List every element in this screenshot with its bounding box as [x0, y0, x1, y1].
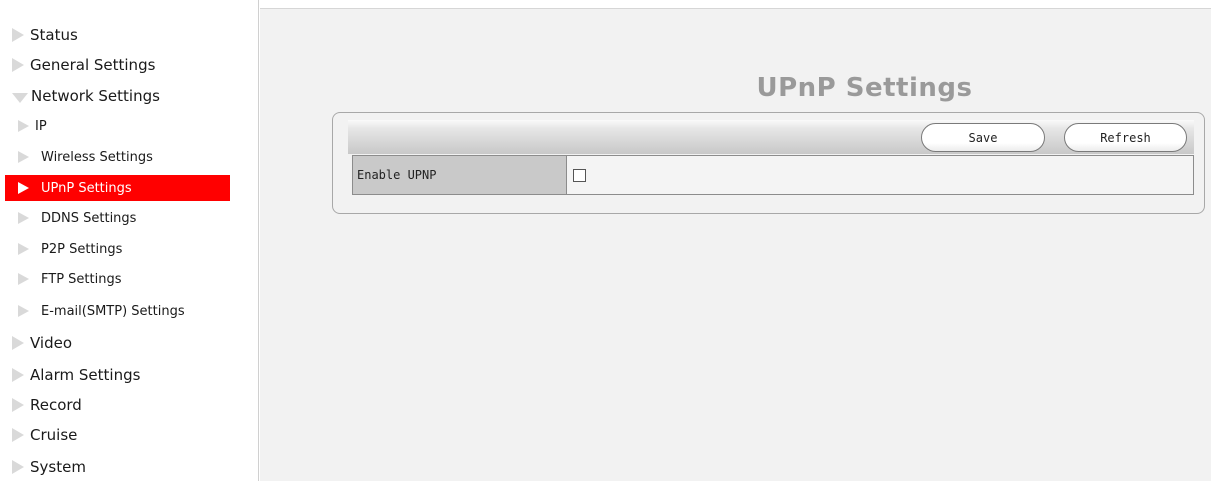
sidebar-subitem-email-smtp-settings[interactable]: E-mail(SMTP) Settings: [18, 298, 185, 324]
main-content: UPnP Settings Save Refresh Enable UPNP: [260, 8, 1211, 481]
sidebar-subitem-p2p-settings[interactable]: P2P Settings: [18, 236, 122, 262]
selected-arrow-icon: [18, 182, 29, 194]
sidebar-item-label: UPnP Settings: [41, 180, 132, 196]
expand-arrow-icon: [18, 212, 29, 224]
sidebar-item-general-settings[interactable]: General Settings: [12, 52, 155, 78]
save-button[interactable]: Save: [921, 123, 1045, 152]
refresh-button[interactable]: Refresh: [1064, 123, 1187, 152]
enable-upnp-label: Enable UPNP: [353, 156, 567, 194]
expand-arrow-icon: [12, 460, 24, 474]
sidebar-item-label: Wireless Settings: [41, 149, 153, 165]
collapse-arrow-icon: [12, 92, 28, 103]
form-row-enable-upnp: Enable UPNP: [352, 155, 1194, 195]
sidebar-item-label: Status: [30, 26, 78, 44]
sidebar-item-network-settings[interactable]: Network Settings: [12, 83, 160, 109]
expand-arrow-icon: [18, 151, 29, 163]
sidebar-item-alarm-settings[interactable]: Alarm Settings: [12, 362, 140, 388]
sidebar-nav: Status General Settings Network Settings…: [0, 0, 259, 481]
sidebar-item-label: Cruise: [30, 426, 78, 444]
panel-toolbar: Save Refresh: [348, 120, 1194, 154]
sidebar-item-video[interactable]: Video: [12, 330, 72, 356]
sidebar-subitem-ddns-settings[interactable]: DDNS Settings: [18, 205, 136, 231]
sidebar-item-cruise[interactable]: Cruise: [12, 422, 77, 448]
sidebar-item-label: P2P Settings: [41, 241, 123, 257]
sidebar-item-status[interactable]: Status: [12, 22, 78, 48]
expand-arrow-icon: [18, 120, 29, 132]
sidebar-subitem-ip[interactable]: IP: [18, 113, 47, 139]
sidebar-item-label: DDNS Settings: [41, 210, 137, 226]
page-title: UPnP Settings: [756, 73, 973, 103]
expand-arrow-icon: [12, 398, 24, 412]
expand-arrow-icon: [12, 58, 24, 72]
sidebar-subitem-upnp-settings[interactable]: UPnP Settings: [5, 175, 230, 201]
sidebar-item-label: Video: [30, 334, 73, 352]
sidebar-item-label: FTP Settings: [41, 271, 122, 287]
expand-arrow-icon: [12, 336, 24, 350]
sidebar-subitem-wireless-settings[interactable]: Wireless Settings: [18, 144, 153, 170]
sidebar-item-label: Record: [30, 396, 82, 414]
sidebar-item-system[interactable]: System: [12, 454, 86, 480]
settings-panel: Save Refresh Enable UPNP: [332, 112, 1205, 214]
app-window: Status General Settings Network Settings…: [0, 0, 1211, 481]
expand-arrow-icon: [12, 28, 24, 42]
sidebar-item-label: General Settings: [30, 56, 156, 74]
sidebar-item-record[interactable]: Record: [12, 392, 82, 418]
expand-arrow-icon: [12, 368, 24, 382]
sidebar-item-label: Network Settings: [31, 87, 160, 105]
expand-arrow-icon: [12, 428, 24, 442]
sidebar-item-label: IP: [35, 118, 47, 134]
sidebar-item-label: Alarm Settings: [30, 366, 141, 384]
sidebar-subitem-ftp-settings[interactable]: FTP Settings: [18, 266, 121, 292]
expand-arrow-icon: [18, 305, 29, 317]
expand-arrow-icon: [18, 273, 29, 285]
sidebar-item-label: System: [30, 458, 86, 476]
sidebar-item-label: E-mail(SMTP) Settings: [41, 303, 185, 319]
enable-upnp-value-cell: [567, 156, 1193, 194]
expand-arrow-icon: [18, 243, 29, 255]
enable-upnp-checkbox[interactable]: [573, 168, 586, 182]
